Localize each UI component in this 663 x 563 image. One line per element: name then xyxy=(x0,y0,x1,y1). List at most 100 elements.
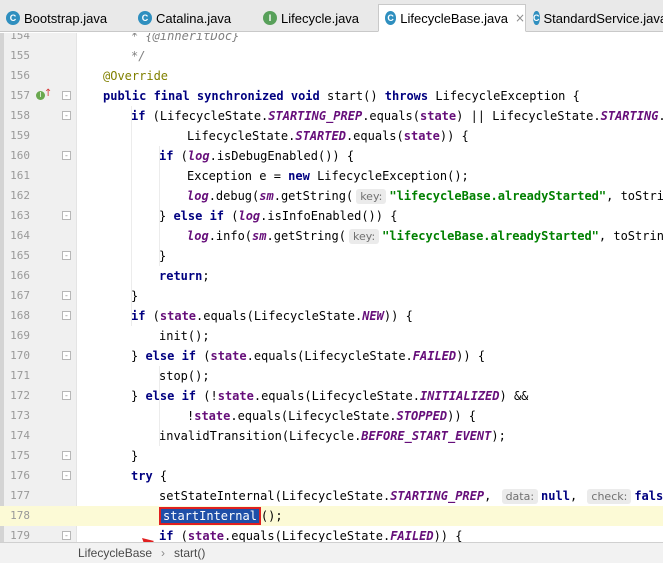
code-line[interactable]: 161 Exception e = new LifecycleException(… xyxy=(0,166,663,186)
code-editor[interactable]: 154 * {@inheritDoc} 155 */ 156 @Override 157 I ↑… xyxy=(0,33,663,542)
code-token: ( xyxy=(173,529,188,542)
code-line[interactable]: 160 - if (log.isDebugEnabled()) { xyxy=(0,146,663,166)
implements-method-icon[interactable]: I ↑ xyxy=(36,88,52,102)
line-number: 160 xyxy=(10,149,30,162)
line-number: 166 xyxy=(10,269,30,282)
code-line[interactable]: 176 - try { xyxy=(0,466,663,486)
code-line[interactable]: 162 log.debug(sm.getString(key: "lifecycle… xyxy=(0,186,663,206)
code-line[interactable]: 175 -} xyxy=(0,446,663,466)
line-number: 176 xyxy=(10,469,30,482)
code-line[interactable]: 177 setStateInternal(LifecycleState.START… xyxy=(0,486,663,506)
code-token: ; xyxy=(202,269,210,283)
line-number: 167 xyxy=(10,289,30,302)
code-line[interactable]: 171 stop(); xyxy=(0,366,663,386)
code-line[interactable]: 174 invalidTransition(Lifecycle.BEFORE_ST… xyxy=(0,426,663,446)
code-token: } xyxy=(159,209,174,223)
code-text: public final synchronized void start() t… xyxy=(103,86,580,106)
fold-toggle-icon[interactable]: - xyxy=(62,291,71,300)
code-text: */ xyxy=(131,46,145,66)
tab-bootstrap[interactable]: C Bootstrap.java xyxy=(0,4,131,32)
code-line[interactable]: 167 -} xyxy=(0,286,663,306)
code-line[interactable]: 155 */ xyxy=(0,46,663,66)
code-line[interactable]: 173 !state.equals(LifecycleState.STOPPED)… xyxy=(0,406,663,426)
code-token: public final synchronized void xyxy=(103,89,320,103)
fold-toggle-icon[interactable]: - xyxy=(62,151,71,160)
code-text: setStateInternal(LifecycleState.STARTING… xyxy=(159,486,663,506)
close-icon[interactable]: × xyxy=(515,11,525,25)
parameter-hint: data: xyxy=(501,489,539,504)
code-line[interactable]: 166 return; xyxy=(0,266,663,286)
code-token: } xyxy=(131,349,146,363)
code-line[interactable]: 163-} else if (log.isInfoEnabled()) { xyxy=(0,206,663,226)
code-text: * {@inheritDoc} xyxy=(131,33,239,46)
fold-toggle-icon[interactable]: - xyxy=(62,391,71,400)
code-token: if xyxy=(131,309,146,323)
code-line[interactable]: 159 LifecycleState.STARTED.equals(state))… xyxy=(0,126,663,146)
code-token: } xyxy=(131,389,146,403)
code-token: .getString( xyxy=(266,229,346,243)
code-line[interactable]: 172-} else if (!state.equals(LifecycleSt… xyxy=(0,386,663,406)
code-token: .equals( xyxy=(345,129,404,143)
code-token: {@inheritDoc} xyxy=(145,33,240,43)
line-number: 165 xyxy=(10,249,30,262)
fold-toggle-icon[interactable]: - xyxy=(62,351,71,360)
code-token: if xyxy=(131,109,146,123)
fold-toggle-icon[interactable]: - xyxy=(62,211,71,220)
parameter-hint: key: xyxy=(356,189,387,204)
code-token: if xyxy=(159,529,174,542)
line-number: 163 xyxy=(10,209,30,222)
code-token: , toString( xyxy=(598,229,663,243)
code-token: ( xyxy=(224,209,239,223)
line-number: 156 xyxy=(10,69,30,82)
code-text: stop(); xyxy=(159,366,210,386)
tab-standardservice[interactable]: C StandardService.java xyxy=(527,4,663,32)
code-line[interactable]: 168 - if (state.equals(LifecycleState.NEW)… xyxy=(0,306,663,326)
code-token: "lifecycleBase.alreadyStarted" xyxy=(382,229,599,243)
breadcrumb-item-class[interactable]: LifecycleBase xyxy=(78,546,152,560)
fold-toggle-icon[interactable]: - xyxy=(62,471,71,480)
class-icon: C xyxy=(533,11,540,25)
code-token: STARTING xyxy=(600,109,659,123)
code-line[interactable]: 170-} else if (state.equals(LifecycleSta… xyxy=(0,346,663,366)
code-token: else if xyxy=(145,389,197,403)
code-line[interactable]: 156 @Override xyxy=(0,66,663,86)
code-token: } xyxy=(131,449,139,463)
tab-lifecycle[interactable]: I Lifecycle.java xyxy=(257,4,377,32)
code-token: (! xyxy=(196,389,218,403)
code-token: state xyxy=(217,389,254,403)
code-token: .equals(LifecycleState. xyxy=(246,349,413,363)
code-line[interactable]: 165 -} xyxy=(0,246,663,266)
red-annotation-arrow xyxy=(142,538,154,542)
code-token: setStateInternal(LifecycleState. xyxy=(159,489,391,503)
code-line[interactable]: 178 startInternal (); xyxy=(0,506,663,526)
breadcrumb-item-method[interactable]: start() xyxy=(174,546,205,560)
code-token: false xyxy=(634,489,663,503)
fold-toggle-icon[interactable]: - xyxy=(62,531,71,540)
code-text: } xyxy=(131,446,138,466)
code-line[interactable]: 157 I ↑ - public final synchronized void sta… xyxy=(0,86,663,106)
fold-toggle-icon[interactable]: - xyxy=(62,311,71,320)
editor-tab-bar: C Bootstrap.java C Catalina.java I Lifecycle.… xyxy=(0,0,663,32)
tab-catalina[interactable]: C Catalina.java xyxy=(132,4,256,32)
fold-toggle-icon[interactable]: - xyxy=(62,91,71,100)
code-token: )) { xyxy=(439,129,469,143)
code-text: startInternal (); xyxy=(159,506,283,526)
code-line[interactable]: 169 init(); xyxy=(0,326,663,346)
code-token: , xyxy=(569,489,585,503)
code-line[interactable]: 158 - if (LifecycleState.STARTING_PREP.equ… xyxy=(0,106,663,126)
code-text: if (log.isDebugEnabled()) { xyxy=(159,146,354,166)
code-text: LifecycleState.STARTED.equals(state)) { xyxy=(187,126,469,146)
code-token: @Override xyxy=(103,69,169,83)
fold-toggle-icon[interactable]: - xyxy=(62,451,71,460)
fold-toggle-icon[interactable]: - xyxy=(62,111,71,120)
code-line[interactable]: 164 log.info(sm.getString(key: "lifecycleB… xyxy=(0,226,663,246)
line-number: 172 xyxy=(10,389,30,402)
code-line[interactable]: 154 * {@inheritDoc} xyxy=(0,33,663,46)
tab-lifecyclebase[interactable]: C LifecycleBase.java × xyxy=(378,4,526,32)
selected-method-call[interactable]: startInternal xyxy=(159,507,261,525)
fold-toggle-icon[interactable]: - xyxy=(62,251,71,260)
code-token: )) { xyxy=(456,349,486,363)
code-token: )) { xyxy=(433,529,463,542)
breadcrumb: LifecycleBase › start() xyxy=(0,542,663,563)
code-token: FAILED xyxy=(390,529,434,542)
